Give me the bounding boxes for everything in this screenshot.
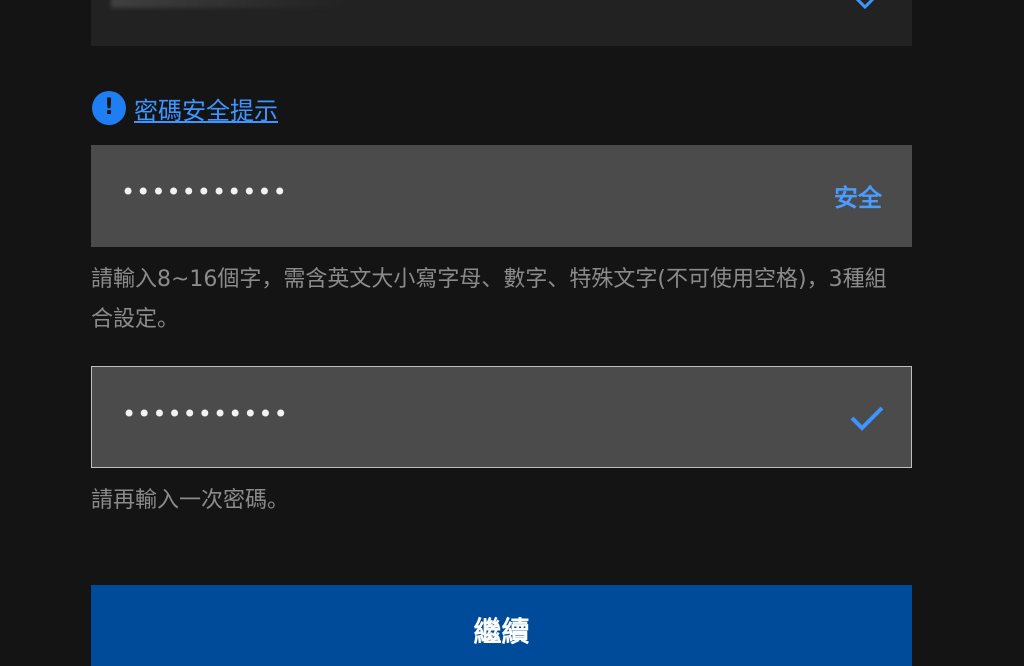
password-value: ••••••••••• xyxy=(121,178,288,206)
password-strength-label: 安全 xyxy=(834,184,882,212)
confirm-password-input[interactable]: ••••••••••• xyxy=(91,366,912,468)
password-hint: 請輸入8~16個字，需含英文大小寫字母、數字、特殊文字(不可使用空格)，3種組合… xyxy=(91,267,887,332)
blurred-field-value xyxy=(111,0,351,8)
info-icon: ! xyxy=(92,91,126,125)
password-tip: ! 密碼安全提示 xyxy=(92,90,278,126)
confirm-password-value: ••••••••••• xyxy=(122,400,289,428)
continue-button[interactable]: 繼續 xyxy=(91,585,912,666)
check-icon xyxy=(850,406,884,431)
password-security-tip-link[interactable]: 密碼安全提示 xyxy=(134,91,278,126)
previous-select-field[interactable] xyxy=(91,0,912,46)
chevron-down-icon xyxy=(855,0,875,10)
confirm-password-hint: 請再輸入一次密碼。 xyxy=(91,488,290,513)
password-input[interactable]: ••••••••••• 安全 xyxy=(91,145,912,247)
password-setup-page: ! 密碼安全提示 ••••••••••• 安全 請輸入8~16個字，需含英文大小… xyxy=(0,0,1024,666)
